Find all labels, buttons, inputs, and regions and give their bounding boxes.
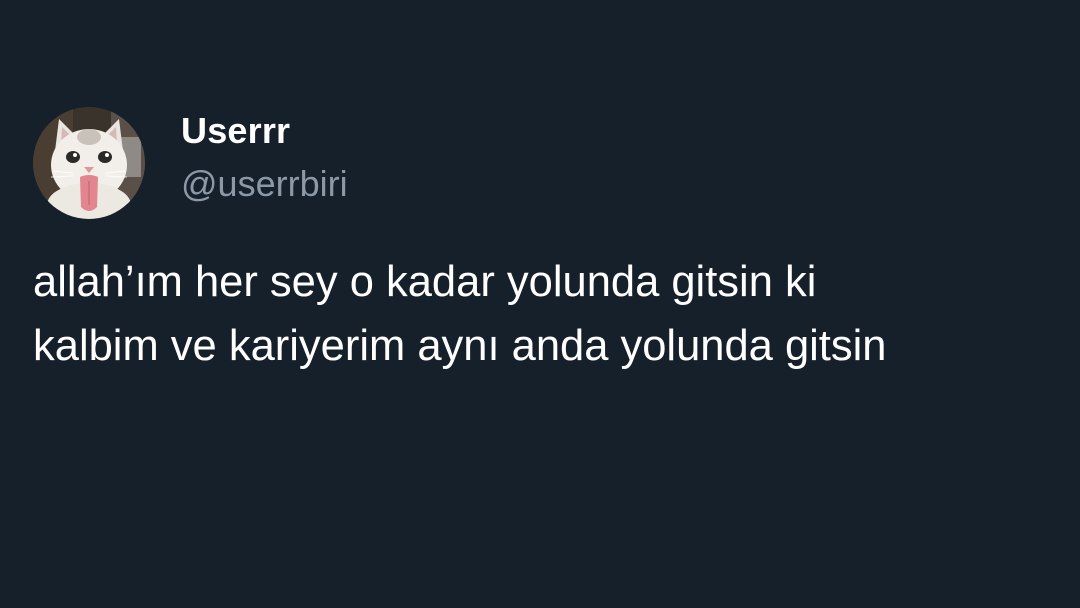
tweet-text-line: allah’ım her sey o kadar yolunda gitsin … [33, 258, 817, 306]
tweet-card: Userrr @userrbiri allah’ım her sey o kad… [0, 0, 1080, 608]
tweet-text-line: kalbim ve kariyerim aynı anda yolunda gi… [33, 322, 887, 370]
avatar[interactable] [33, 107, 145, 219]
author-display-name[interactable]: Userrr [181, 110, 290, 152]
author-handle[interactable]: @userrbiri [181, 163, 348, 205]
cat-avatar-icon [33, 107, 145, 219]
tweet-text: allah’ım her sey o kadar yolunda gitsin … [33, 250, 1073, 378]
